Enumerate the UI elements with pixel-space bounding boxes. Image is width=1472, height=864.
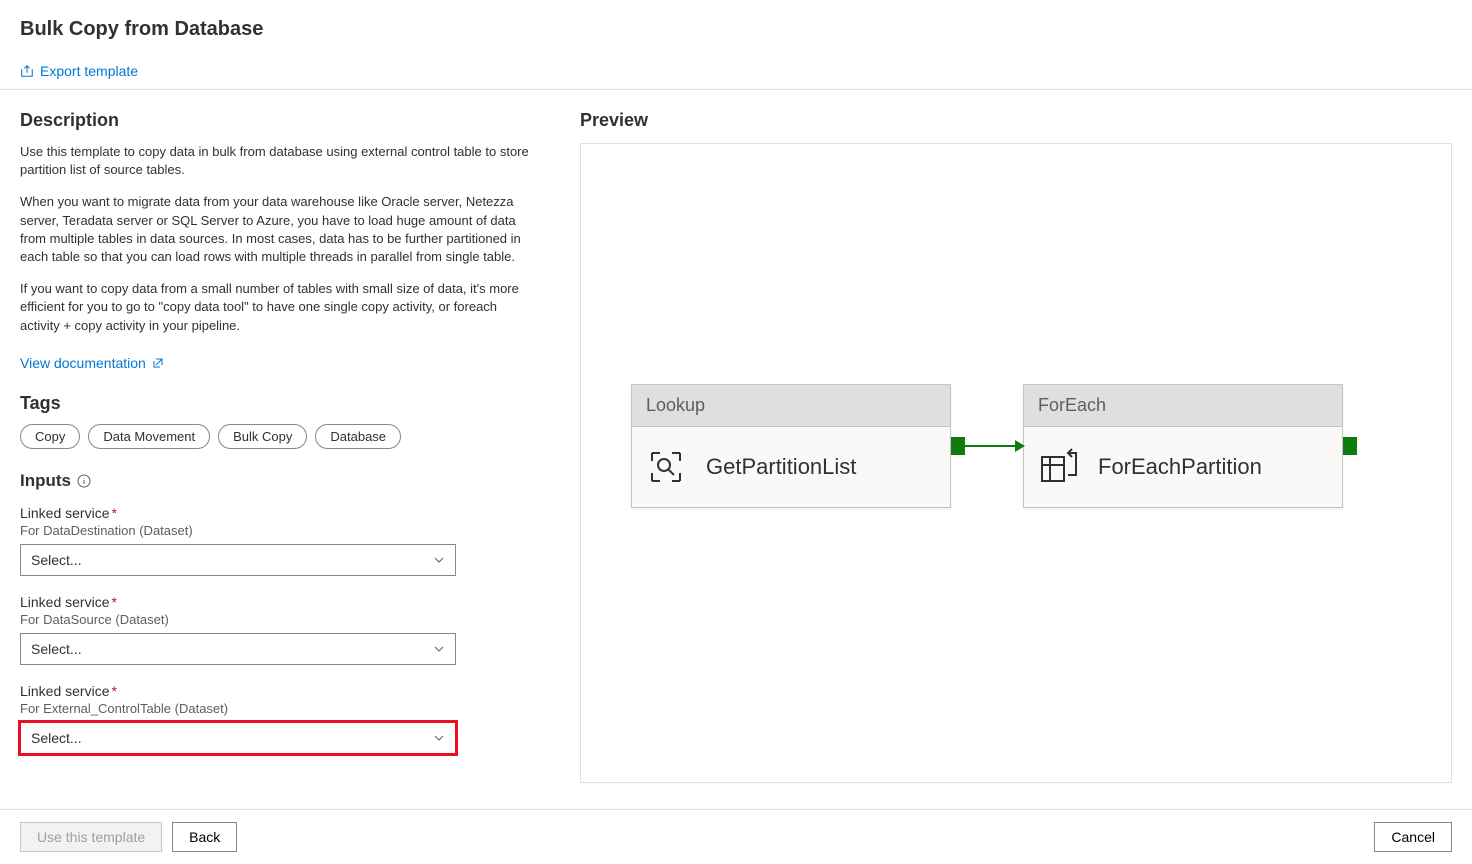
connector-end-square (1343, 437, 1357, 455)
external-link-icon (152, 357, 164, 369)
description-p2: When you want to migrate data from your … (20, 193, 540, 266)
tag-database: Database (315, 424, 401, 449)
activity-type-label: Lookup (632, 385, 950, 427)
preview-canvas: Lookup GetPartition (580, 143, 1452, 783)
tag-data-movement: Data Movement (88, 424, 210, 449)
toolbar: Export template (0, 41, 1472, 90)
chevron-down-icon (433, 554, 445, 566)
preview-heading: Preview (580, 110, 1452, 131)
tag-copy: Copy (20, 424, 80, 449)
back-button[interactable]: Back (172, 822, 237, 852)
tag-bulk-copy: Bulk Copy (218, 424, 307, 449)
linked-service-select-datadestination[interactable]: Select... (20, 544, 456, 576)
cancel-button[interactable]: Cancel (1374, 822, 1452, 852)
input-label: Linked service* (20, 505, 540, 521)
tags-row: Copy Data Movement Bulk Copy Database (20, 424, 540, 449)
export-icon (20, 64, 34, 78)
description-p1: Use this template to copy data in bulk f… (20, 143, 540, 179)
inputs-heading: Inputs (20, 471, 540, 491)
input-help: For DataSource (Dataset) (20, 612, 540, 627)
info-icon[interactable] (77, 474, 91, 488)
use-this-template-button: Use this template (20, 822, 162, 852)
activity-type-label: ForEach (1024, 385, 1342, 427)
connector (951, 437, 1023, 455)
required-asterisk: * (112, 683, 117, 699)
activity-name: GetPartitionList (706, 454, 856, 480)
linked-service-select-datasource[interactable]: Select... (20, 633, 456, 665)
input-help: For External_ControlTable (Dataset) (20, 701, 540, 716)
input-label: Linked service* (20, 594, 540, 610)
activity-body: GetPartitionList (632, 427, 950, 507)
view-documentation-link[interactable]: View documentation (20, 355, 164, 371)
input-help: For DataDestination (Dataset) (20, 523, 540, 538)
activity-body: ForEachPartition (1024, 427, 1342, 507)
tags-heading: Tags (20, 393, 540, 414)
description-heading: Description (20, 110, 540, 131)
input-group-datasource: Linked service* For DataSource (Dataset)… (20, 594, 540, 665)
description-p3: If you want to copy data from a small nu… (20, 280, 540, 335)
left-panel: Description Use this template to copy da… (20, 110, 540, 783)
foreach-icon (1038, 447, 1078, 487)
required-asterisk: * (112, 505, 117, 521)
input-group-external-controltable: Linked service* For External_ControlTabl… (20, 683, 540, 754)
page-title: Bulk Copy from Database (0, 0, 1472, 41)
connector-arrow (965, 445, 1023, 447)
chevron-down-icon (433, 732, 445, 744)
chevron-down-icon (433, 643, 445, 655)
pipeline-canvas: Lookup GetPartition (631, 384, 1357, 508)
view-documentation-label: View documentation (20, 355, 146, 371)
activity-name: ForEachPartition (1098, 454, 1262, 480)
activity-foreach[interactable]: ForEach ForEachPartition (1023, 384, 1343, 508)
lookup-icon (646, 447, 686, 487)
right-panel: Preview Lookup (580, 110, 1452, 783)
input-group-datadestination: Linked service* For DataDestination (Dat… (20, 505, 540, 576)
activity-lookup[interactable]: Lookup GetPartition (631, 384, 951, 508)
input-label: Linked service* (20, 683, 540, 699)
linked-service-select-external-controltable[interactable]: Select... (20, 722, 456, 754)
export-template-label: Export template (40, 63, 138, 79)
export-template-link[interactable]: Export template (20, 63, 138, 79)
required-asterisk: * (112, 594, 117, 610)
footer: Use this template Back Cancel (0, 809, 1472, 864)
connector-start-square (951, 437, 965, 455)
